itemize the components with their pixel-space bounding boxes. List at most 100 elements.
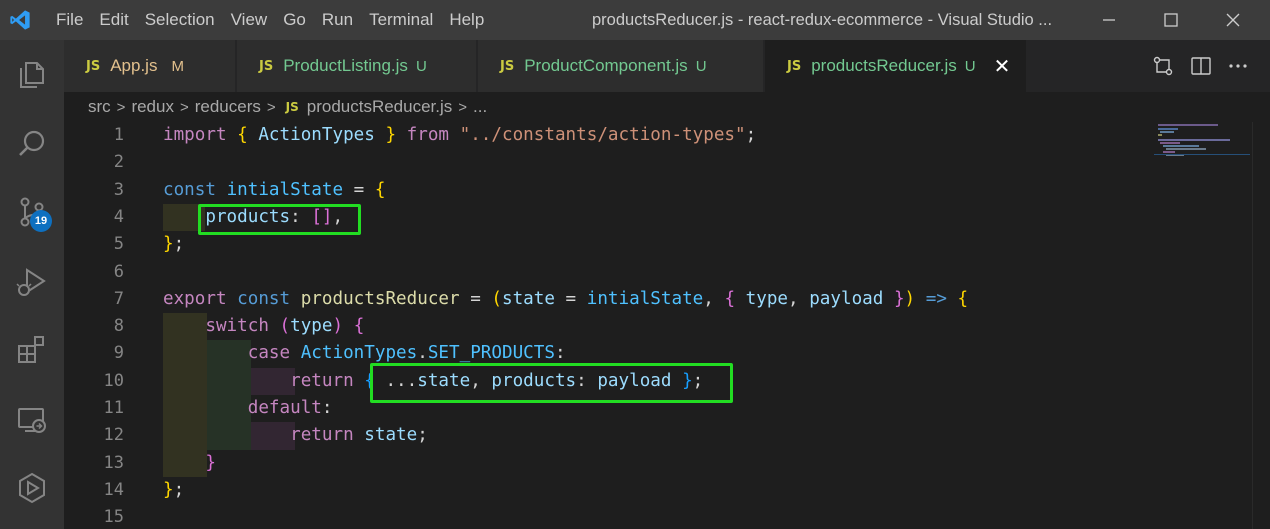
open-changes-icon[interactable] [1151, 54, 1175, 78]
tab-products-reducer-js[interactable]: JS productsReducer.js U ✕ [765, 40, 1027, 92]
token-function-name: productsReducer [300, 288, 460, 309]
token-identifier: state [364, 425, 418, 446]
tab-status-untracked: U [964, 57, 976, 75]
close-icon[interactable] [1210, 0, 1256, 40]
line-number: 2 [113, 152, 124, 173]
split-editor-icon[interactable] [1189, 54, 1213, 78]
menu-terminal[interactable]: Terminal [361, 0, 441, 40]
token-semicolon: ; [173, 234, 185, 255]
token-semicolon: ; [745, 125, 757, 145]
menu-view[interactable]: View [223, 0, 276, 40]
code-line-13: } [163, 450, 216, 477]
token-comma: , [788, 288, 810, 309]
code-line-11: default: [163, 395, 333, 422]
code-line-12: return state; [163, 422, 428, 449]
menu-bar: File Edit Selection View Go Run Terminal… [40, 0, 492, 40]
token-brace: { [957, 288, 969, 309]
window-title: productsReducer.js - react-redux-ecommer… [592, 11, 1053, 29]
run-debug-icon[interactable] [0, 254, 64, 310]
line-number: 15 [103, 507, 124, 528]
token-default: default [247, 398, 322, 418]
menu-edit[interactable]: Edit [91, 0, 136, 40]
token-return: return [290, 370, 354, 391]
source-control-icon[interactable]: 19 [0, 184, 64, 240]
token-semicolon: ; [417, 425, 428, 446]
token-const: const [163, 179, 216, 200]
token-colon: : [321, 398, 333, 418]
token-colon: : [554, 343, 566, 364]
line-number: 9 [113, 343, 124, 364]
token-import: import [163, 125, 227, 145]
tab-product-listing-js[interactable]: JS ProductListing.js U [237, 40, 477, 92]
tab-close-icon[interactable]: ✕ [994, 54, 1011, 79]
token-from: from [406, 125, 450, 145]
extensions-icon[interactable] [0, 322, 64, 378]
tab-app-js[interactable]: JS App.js M [64, 40, 236, 92]
chevron-right-icon: > [458, 98, 468, 116]
token-param: type [745, 288, 789, 309]
menu-file[interactable]: File [40, 0, 91, 40]
menu-selection[interactable]: Selection [137, 0, 223, 40]
token-semicolon: ; [173, 479, 185, 500]
token-constant: SET_PRODUCTS [427, 343, 555, 364]
explorer-icon[interactable] [0, 46, 64, 102]
remote-explorer-icon[interactable] [0, 392, 64, 448]
token-brace: { [353, 316, 365, 337]
token-paren: ) [332, 316, 344, 337]
token-identifier: ActionTypes [258, 125, 375, 145]
token-export: export [163, 288, 227, 309]
token-case: case [247, 343, 291, 364]
line-number: 13 [103, 452, 124, 473]
tab-label: App.js [110, 56, 158, 75]
menu-go[interactable]: Go [275, 0, 314, 40]
breadcrumb-reducers[interactable]: reducers [195, 97, 261, 117]
token-param: payload [809, 288, 884, 309]
line-number: 12 [103, 425, 124, 446]
code-line-8: switch (type) { [163, 313, 364, 340]
line-number: 10 [103, 370, 124, 391]
token-brace: } [385, 125, 397, 145]
vscode-logo-icon[interactable] [0, 0, 40, 40]
code-editor[interactable]: 1 2 3 4 5 6 7 8 9 10 11 12 13 14 15 impo… [64, 122, 1270, 529]
minimize-icon[interactable] [1086, 0, 1132, 40]
minimap[interactable] [1154, 124, 1250, 164]
search-icon[interactable] [0, 116, 64, 172]
js-file-icon: JS [86, 58, 101, 74]
js-file-icon: JS [285, 100, 299, 114]
menu-help[interactable]: Help [441, 0, 492, 40]
tab-label: ProductComponent.js [524, 56, 688, 75]
code-line-5: }; [163, 231, 184, 258]
token-identifier: intialState [586, 288, 704, 309]
breadcrumb: src > redux > reducers > JS productsRedu… [64, 92, 1270, 122]
breadcrumb-redux[interactable]: redux [131, 97, 174, 117]
vertical-scrollbar[interactable] [1252, 122, 1270, 529]
token-paren: ( [491, 288, 502, 309]
token-brace: } [205, 452, 216, 473]
token-identifier: type [290, 316, 333, 337]
docker-icon[interactable] [0, 460, 64, 516]
token-brace: } [893, 288, 905, 309]
maximize-icon[interactable] [1148, 0, 1194, 40]
token-comma: , [703, 288, 725, 309]
tab-product-component-js[interactable]: JS ProductComponent.js U [478, 40, 764, 92]
chevron-right-icon: > [266, 98, 276, 116]
breadcrumb-src[interactable]: src [88, 97, 111, 117]
line-number: 7 [113, 288, 124, 309]
js-file-icon: JS [787, 58, 802, 74]
token-brace: } [163, 479, 174, 500]
tab-status-modified: M [171, 57, 184, 75]
breadcrumb-symbol[interactable]: ... [473, 97, 487, 117]
token-brace: { [374, 179, 386, 200]
token-dot: . [417, 343, 428, 364]
breadcrumb-file[interactable]: productsReducer.js [307, 97, 453, 117]
token-operator: = [459, 288, 492, 309]
menu-run[interactable]: Run [314, 0, 361, 40]
title-bar: File Edit Selection View Go Run Terminal… [0, 0, 1270, 40]
highlight-box-return [370, 363, 733, 403]
tab-label: ProductListing.js [283, 56, 408, 75]
more-actions-icon[interactable] [1226, 54, 1250, 78]
token-brace: } [163, 234, 174, 255]
line-number: 3 [113, 179, 124, 200]
code-line-3: const intialState = { [163, 177, 385, 204]
code-line-7: export const productsReducer = (state = … [163, 286, 968, 313]
